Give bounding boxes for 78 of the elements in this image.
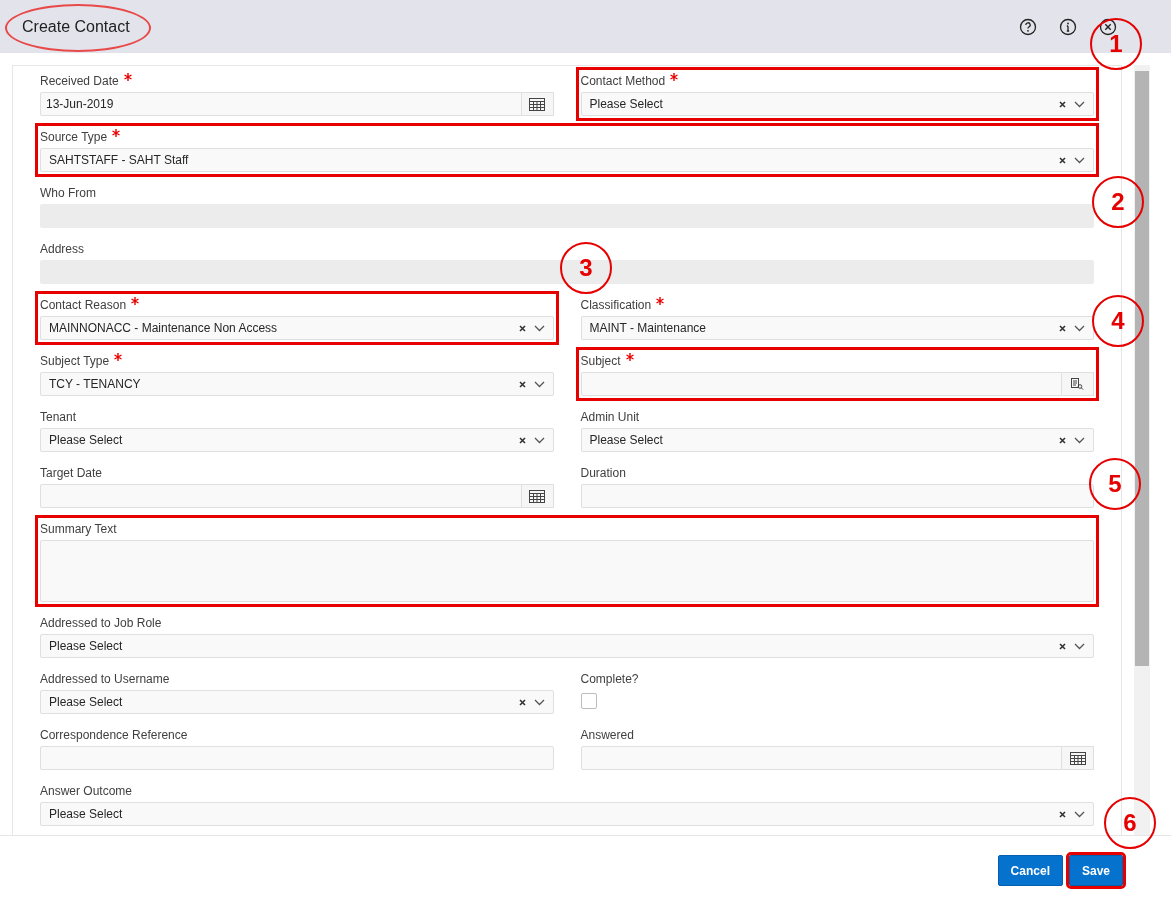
field-label: Summary Text [40, 521, 117, 538]
select-field[interactable]: MAINNONACC - Maintenance Non Access [40, 316, 554, 340]
select-field[interactable]: SAHTSTAFF - SAHT Staff [40, 148, 1094, 172]
field-label: Addressed to Job Role [40, 615, 162, 632]
list-search-icon [1071, 378, 1084, 390]
field-label: Address [40, 241, 85, 258]
field-label: Answer Outcome [40, 783, 133, 800]
lookup-button[interactable] [1062, 372, 1094, 396]
field-label: Addressed to Username [40, 671, 170, 688]
clear-icon[interactable] [518, 324, 526, 332]
cancel-button[interactable]: Cancel [997, 855, 1063, 886]
chevron-down-icon [533, 436, 545, 444]
callout-number: 3 [560, 242, 612, 294]
field-label: Complete? [580, 671, 639, 688]
field-label: Contact Method [580, 73, 666, 90]
field-label: Target Date [40, 465, 103, 482]
callout-number: 1 [1090, 18, 1142, 70]
close-icon[interactable] [1099, 17, 1117, 36]
chevron-down-icon [533, 324, 545, 332]
clear-icon[interactable] [1059, 100, 1066, 108]
select-field[interactable]: Please Select [40, 634, 1094, 658]
field-label: Contact Reason [40, 297, 127, 314]
field-label: Answered [580, 727, 634, 744]
chevron-down-icon [1074, 324, 1085, 332]
clear-icon[interactable] [518, 436, 526, 444]
checkbox[interactable] [580, 693, 597, 709]
chevron-down-icon [1074, 100, 1085, 108]
callout-number: 4 [1092, 295, 1144, 347]
select-field[interactable]: TCY - TENANCY [40, 372, 554, 396]
text-field[interactable] [580, 484, 1094, 508]
field-label: Correspondence Reference [40, 727, 188, 744]
select-field[interactable]: MAINT - Maintenance [580, 316, 1094, 340]
help-icon[interactable] [1019, 17, 1037, 36]
save-button[interactable]: Save [1068, 855, 1123, 886]
chevron-down-icon [1074, 436, 1085, 444]
chevron-down-icon [533, 380, 545, 388]
chevron-down-icon [1074, 642, 1085, 650]
callout-number: 6 [1104, 797, 1156, 849]
calendar-button[interactable] [521, 92, 554, 116]
callout-number: 2 [1092, 176, 1144, 228]
clear-icon[interactable] [1059, 324, 1066, 332]
chevron-down-icon [1074, 156, 1085, 164]
lookup-field[interactable] [580, 372, 1062, 396]
field-label: Duration [580, 465, 626, 482]
date-field[interactable] [580, 746, 1062, 770]
field-label: Tenant [40, 409, 77, 426]
clear-icon[interactable] [1059, 436, 1066, 444]
field-label: Received Date [40, 73, 119, 90]
select-field[interactable]: Please Select [40, 428, 554, 452]
select-field[interactable]: Please Select [580, 428, 1094, 452]
field-label: Subject [580, 353, 621, 370]
calendar-icon [529, 97, 545, 111]
scrollbar[interactable] [1134, 65, 1150, 835]
clear-icon[interactable] [1059, 642, 1066, 650]
date-field[interactable] [40, 484, 522, 508]
clear-icon[interactable] [1059, 156, 1066, 164]
dialog-title: Create Contact [22, 17, 130, 35]
clear-icon[interactable] [518, 698, 526, 706]
clear-icon[interactable] [518, 380, 526, 388]
text-field[interactable] [40, 746, 554, 770]
clear-icon[interactable] [1059, 810, 1066, 818]
calendar-icon [1069, 751, 1086, 765]
field-label: Admin Unit [580, 409, 640, 426]
calendar-button[interactable] [1062, 746, 1094, 770]
field-label: Who From [40, 185, 96, 202]
select-field[interactable]: Please Select [580, 92, 1094, 116]
field-label: Classification [580, 297, 652, 314]
calendar-button[interactable] [521, 484, 554, 508]
select-field[interactable]: Please Select [40, 802, 1094, 826]
chevron-down-icon [533, 698, 545, 706]
calendar-icon [529, 489, 545, 503]
field-label: Subject Type [40, 353, 110, 370]
field-label: Source Type [40, 129, 108, 146]
chevron-down-icon [1074, 810, 1085, 818]
date-field[interactable]: 13-Jun-2019 [40, 92, 522, 116]
info-icon[interactable] [1059, 17, 1077, 36]
callout-number: 5 [1089, 458, 1141, 510]
select-field[interactable]: Please Select [40, 690, 554, 714]
